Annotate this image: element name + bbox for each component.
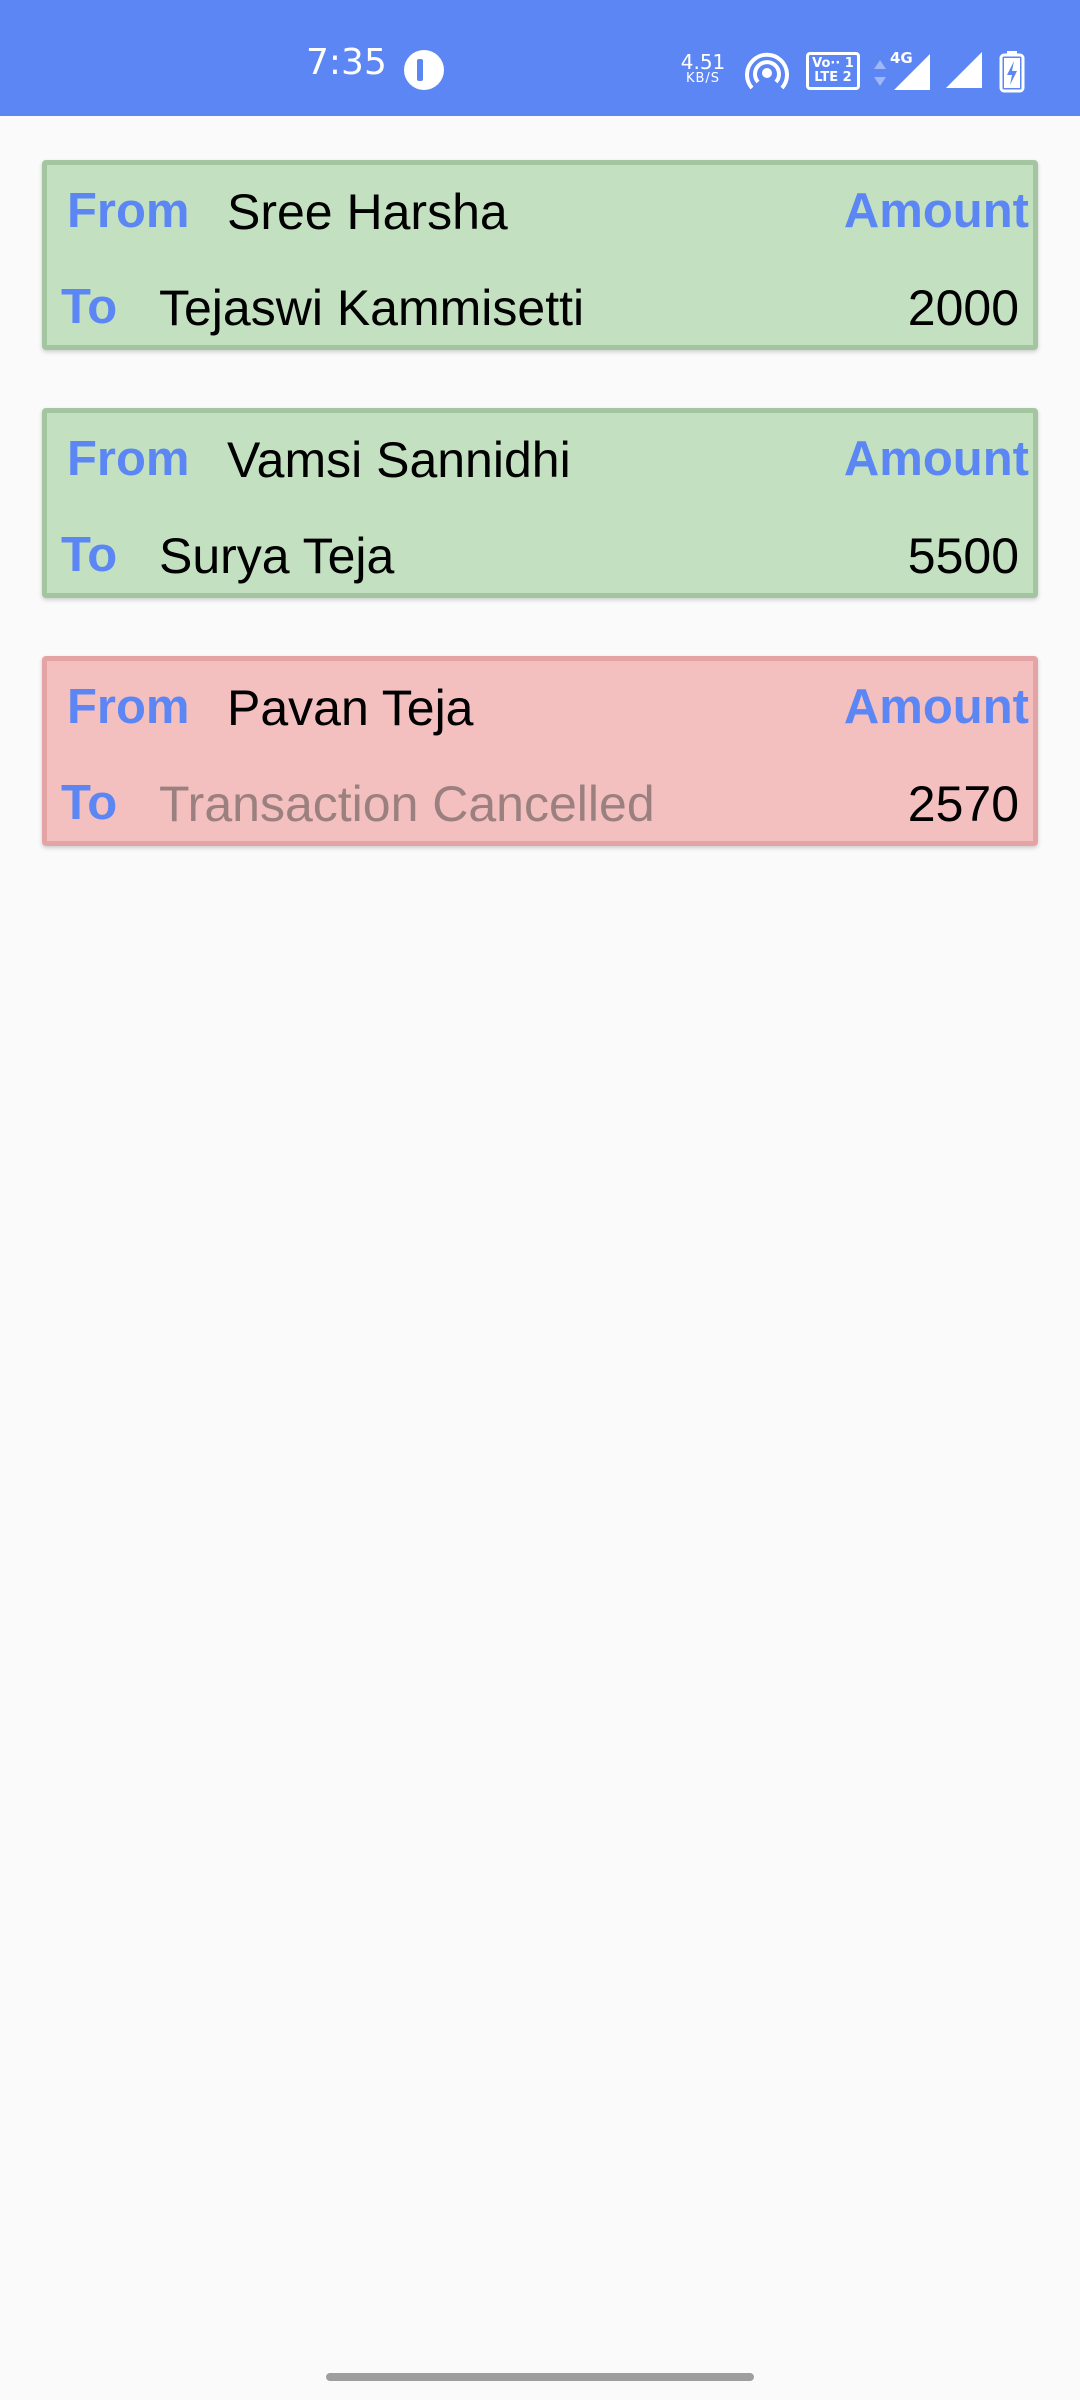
- transaction-card-cancelled[interactable]: From Pavan Teja Amount To Transaction Ca…: [42, 656, 1038, 846]
- volte-line2: LTE 2: [814, 70, 852, 85]
- to-label: To: [61, 776, 118, 830]
- amount-value: 2000: [907, 280, 1019, 336]
- cancelled-status: Transaction Cancelled: [159, 776, 655, 832]
- transaction-card[interactable]: From Sree Harsha Amount To Tejaswi Kammi…: [42, 160, 1038, 350]
- amount-label: Amount: [843, 184, 1029, 238]
- to-label: To: [61, 280, 118, 334]
- network-speed-unit: KB/S: [685, 71, 721, 86]
- volte-icon: Vo·· 1 LTE 2: [806, 52, 860, 90]
- amount-value: 5500: [907, 528, 1019, 584]
- network-speed-value: 4.51: [680, 50, 726, 74]
- from-name: Pavan Teja: [227, 680, 474, 736]
- from-name: Vamsi Sannidhi: [227, 432, 571, 488]
- network-type: 4G: [890, 49, 913, 67]
- from-label: From: [67, 680, 190, 734]
- amount-label: Amount: [843, 680, 1029, 734]
- gesture-navigation-bar[interactable]: [326, 2373, 754, 2381]
- to-name: Surya Teja: [159, 528, 395, 584]
- status-bar: 7:35 4.51 KB/S Vo·· 1 LTE 2 4G: [0, 0, 1080, 116]
- network-speed: 4.51 KB/S: [676, 52, 730, 86]
- data-arrows-icon: [874, 60, 886, 86]
- status-time: 7:35: [306, 42, 387, 83]
- app-notification-icon: [404, 50, 444, 90]
- volte-line1: Vo·· 1: [812, 56, 854, 71]
- amount-label: Amount: [843, 432, 1029, 486]
- amount-value: 2570: [907, 776, 1019, 832]
- hotspot-icon: [745, 52, 789, 90]
- transaction-card[interactable]: From Vamsi Sannidhi Amount To Surya Teja…: [42, 408, 1038, 598]
- to-label: To: [61, 528, 118, 582]
- from-label: From: [67, 184, 190, 238]
- from-label: From: [67, 432, 190, 486]
- battery-charging-icon: [999, 51, 1025, 93]
- to-name: Tejaswi Kammisetti: [159, 280, 585, 336]
- signal-icon: [946, 52, 982, 88]
- from-name: Sree Harsha: [227, 184, 508, 240]
